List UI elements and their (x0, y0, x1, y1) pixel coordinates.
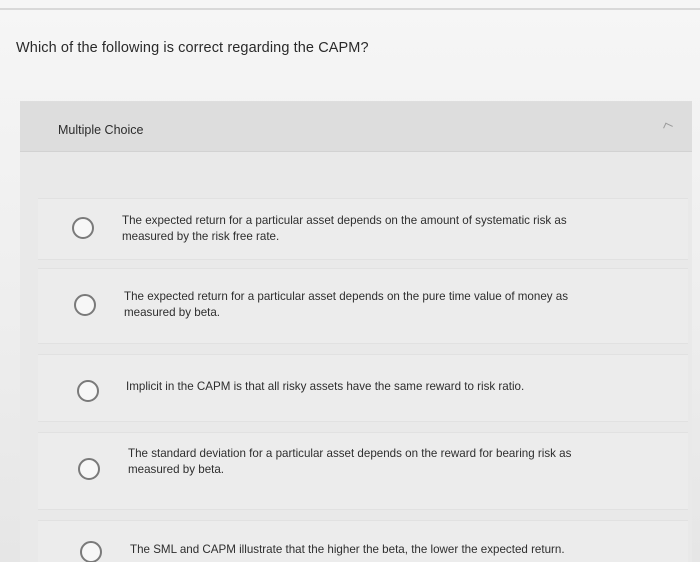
answer-option-text: The expected return for a particular ass… (122, 214, 567, 243)
answer-option-1[interactable]: The expected return for a particular ass… (38, 198, 688, 260)
radio-button-icon[interactable] (74, 294, 96, 316)
radio-button-icon[interactable] (78, 458, 100, 480)
radio-button-icon[interactable] (72, 217, 94, 239)
top-divider (0, 8, 700, 10)
card-header: Multiple Choice (20, 102, 692, 152)
answer-option-text: The standard deviation for a particular … (128, 447, 572, 476)
answer-option-5[interactable]: The SML and CAPM illustrate that the hig… (38, 520, 688, 562)
corner-mark-icon (663, 122, 673, 132)
answer-option-text: The SML and CAPM illustrate that the hig… (130, 543, 565, 556)
answer-option-text: Implicit in the CAPM is that all risky a… (126, 380, 525, 393)
answer-option-4[interactable]: The standard deviation for a particular … (38, 432, 688, 510)
multiple-choice-card: Multiple Choice The expected return for … (20, 101, 692, 562)
quiz-page: Which of the following is correct regard… (0, 0, 700, 562)
radio-button-icon[interactable] (77, 380, 99, 402)
answer-option-2[interactable]: The expected return for a particular ass… (38, 268, 688, 344)
answer-option-text: The expected return for a particular ass… (124, 290, 569, 319)
answer-option-3[interactable]: Implicit in the CAPM is that all risky a… (38, 354, 688, 422)
radio-button-icon[interactable] (80, 541, 102, 562)
question-text: Which of the following is correct regard… (16, 40, 369, 56)
question-type-label: Multiple Choice (58, 123, 144, 137)
